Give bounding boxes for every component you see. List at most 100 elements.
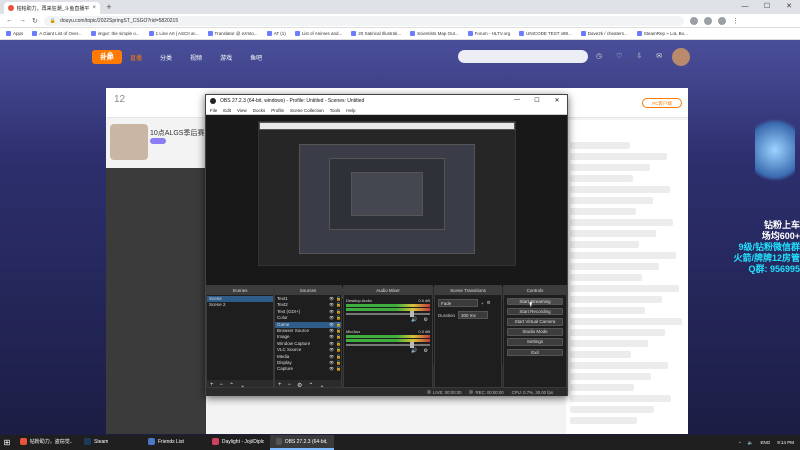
source-item[interactable]: Capture 👁 🔓: [275, 366, 341, 372]
studio-mode-button[interactable]: Studio Mode: [507, 328, 563, 336]
nav-item[interactable]: 首页: [100, 53, 112, 62]
message-icon[interactable]: ✉: [656, 52, 662, 60]
obs-menu-item[interactable]: Help: [346, 108, 355, 113]
close-window-icon[interactable]: ✕: [778, 0, 800, 14]
volume-slider[interactable]: [346, 342, 430, 348]
mixer-channel: Mic/Aux 0.0 dB 🔊 ⚙: [344, 329, 432, 354]
close-tab-icon[interactable]: ×: [92, 5, 96, 11]
search-input[interactable]: [458, 50, 588, 63]
bookmark-item[interactable]: SteamRep » LoL Bo...: [636, 31, 688, 36]
reload-icon[interactable]: ↻: [32, 17, 38, 25]
gear-icon[interactable]: ⚙: [424, 317, 428, 323]
bookmark-item[interactable]: AT (1): [266, 31, 286, 36]
bookmark-item[interactable]: imgur: the simple o...: [90, 31, 140, 36]
history-icon[interactable]: ◷: [596, 52, 602, 60]
lock-icon[interactable]: 🔓: [336, 366, 341, 372]
volume-icon[interactable]: 🔈: [748, 440, 754, 446]
bookmark-item[interactable]: A Giant List of Over...: [32, 31, 82, 36]
obs-menu-item[interactable]: Scene Collection: [290, 108, 324, 113]
promo-line: 钻粉上车: [763, 220, 800, 230]
volume-slider[interactable]: [346, 311, 430, 317]
forward-icon[interactable]: →: [19, 17, 26, 24]
bookmark-item[interactable]: List of Animes and...: [294, 31, 342, 36]
pc-client-button[interactable]: PC客户端: [642, 98, 682, 108]
start-recording-button[interactable]: Start Recording: [507, 307, 563, 316]
bookmark-item[interactable]: Dave2k / cheaters...: [580, 31, 628, 36]
taskbar-label: 钻粉助力，盗窃觉...: [29, 439, 72, 445]
windows-start-icon[interactable]: ⊞: [0, 438, 14, 447]
gear-icon[interactable]: ⚙: [424, 348, 428, 354]
language-indicator[interactable]: ENG: [760, 440, 770, 445]
profile-icon[interactable]: [717, 16, 726, 25]
duration-input[interactable]: 300 ms: [458, 311, 489, 319]
scene-item[interactable]: Scene 2: [207, 302, 273, 308]
bookmark-item[interactable]: Apps: [6, 31, 23, 36]
bookmark-label: SteamRep » LoL Bo...: [643, 31, 688, 36]
video-area: [106, 168, 206, 434]
taskbar-item[interactable]: Steam: [78, 435, 142, 450]
new-tab-button[interactable]: +: [104, 3, 114, 13]
nav-item[interactable]: 鱼吧: [250, 53, 262, 62]
speaker-icon[interactable]: 🔊: [411, 348, 417, 354]
maximize-icon[interactable]: ☐: [756, 0, 778, 14]
browser-tab[interactable]: 帕帕助力，再来狂潮_斗鱼直播平台 ×: [4, 2, 100, 14]
visibility-icon[interactable]: 👁: [329, 366, 334, 372]
start-streaming-button[interactable]: Start Streaming: [507, 297, 563, 306]
obs-menu-item[interactable]: Edit: [223, 108, 231, 113]
bookmark-item[interactable]: Scientists Map Out...: [410, 31, 459, 36]
minimize-icon[interactable]: —: [734, 0, 756, 14]
add-icon[interactable]: +: [481, 301, 484, 306]
settings-button[interactable]: Settings: [507, 338, 563, 346]
taskbar-item[interactable]: Friends List: [142, 435, 206, 450]
minimize-icon[interactable]: —: [507, 97, 527, 104]
obs-title-bar[interactable]: OBS 27.2.3 (64-bit, windows) - Profile: …: [206, 95, 567, 106]
obs-menu-item[interactable]: View: [237, 108, 247, 113]
bookmark-item[interactable]: Forum - HLTV.org: [467, 31, 510, 36]
cpu-status: CPU: 0.7%, 30.00 fps: [511, 389, 553, 395]
bookmark-item[interactable]: 20 Satirical Illustrati...: [351, 31, 401, 36]
bookmark-item[interactable]: 1 Line Art | ASCII ar...: [148, 31, 199, 36]
bookmark-item[interactable]: Translator @ ezmto...: [207, 31, 258, 36]
streamer-card[interactable]: 10点ALGS季后赛: [106, 124, 206, 164]
gear-icon[interactable]: ⚙: [487, 300, 491, 306]
obs-logo-icon: [210, 97, 216, 104]
nav-item[interactable]: 游戏: [220, 53, 232, 62]
bookmark-icon: [467, 31, 473, 36]
menu-icon[interactable]: ⋮: [732, 17, 739, 25]
duration-row: Duration 300 ms: [438, 311, 498, 319]
channel-db: 0.0 dB: [418, 298, 430, 303]
clock[interactable]: 9:14 PM: [777, 440, 794, 445]
channel-name: Desktop Audio: [346, 298, 372, 303]
speaker-icon[interactable]: 🔊: [411, 317, 417, 323]
download-icon[interactable]: ⇩: [636, 52, 642, 60]
obs-menu-item[interactable]: Profile: [271, 108, 284, 113]
chat-message: [570, 406, 654, 413]
avatar[interactable]: [672, 48, 690, 66]
nav-item[interactable]: 分类: [160, 53, 172, 62]
nested-browser-bar: [259, 122, 515, 130]
close-icon[interactable]: ✕: [547, 97, 567, 104]
follow-icon[interactable]: ♡: [616, 52, 622, 60]
start-virtual-camera-button[interactable]: Start Virtual Camera: [507, 317, 563, 326]
maximize-icon[interactable]: ☐: [527, 97, 547, 104]
url-field[interactable]: 🔒 douyu.com/topic/2022SpringST_CSGO?rid=…: [43, 15, 684, 26]
exit-button[interactable]: Exit: [507, 348, 563, 357]
bookmark-item[interactable]: UNICODE TEST v88...: [519, 31, 572, 36]
network-icon[interactable]: ◔: [738, 440, 741, 445]
nav-item[interactable]: 直播: [130, 53, 142, 62]
taskbar-item[interactable]: Daylight - Joji/Diplo: [206, 435, 270, 450]
obs-menu-item[interactable]: Tools: [330, 108, 341, 113]
bookmark-icon: [519, 31, 525, 36]
taskbar-item[interactable]: 钻粉助力，盗窃觉...: [14, 435, 78, 450]
extension-icon[interactable]: [703, 16, 712, 25]
taskbar-item[interactable]: OBS 27.2.3 (64-bit, wi...: [270, 435, 334, 450]
nav-item[interactable]: 视频: [190, 53, 202, 62]
back-icon[interactable]: ←: [6, 17, 13, 24]
obs-menu-item[interactable]: Docks: [253, 108, 266, 113]
level-meter: [346, 335, 430, 338]
transition-select[interactable]: Fade: [438, 299, 478, 307]
extension-icon[interactable]: [689, 16, 698, 25]
bookmark-label: Apps: [13, 31, 24, 36]
obs-menu-item[interactable]: File: [210, 108, 217, 113]
bookmark-icon: [580, 31, 586, 36]
